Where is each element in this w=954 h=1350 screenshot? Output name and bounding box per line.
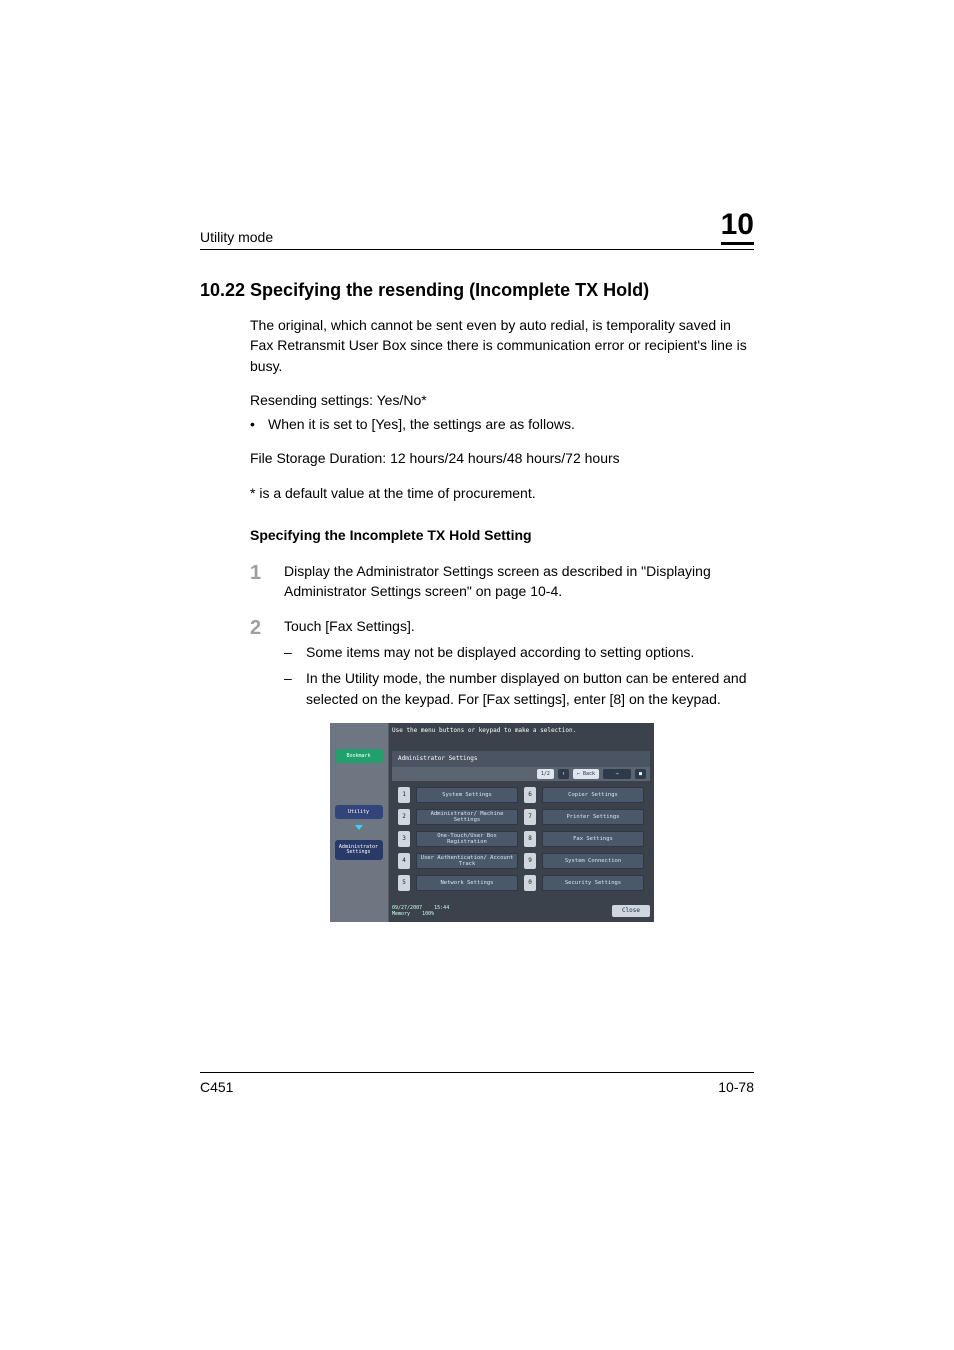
prev-arrow-button[interactable]: ↑ — [558, 769, 569, 779]
toolbar-extra-button[interactable]: ■ — [635, 769, 646, 779]
menu-button-network-settings[interactable]: Network Settings — [416, 875, 518, 891]
menu-number-0: 0 — [524, 875, 536, 891]
footer-page-number: 10-78 — [718, 1079, 754, 1095]
status-memory-value: 100% — [422, 911, 434, 917]
menu-number-7: 7 — [524, 809, 536, 825]
embedded-screenshot: Bookmark Utility Administrator Settings … — [330, 723, 654, 922]
step-2-sub-2-text: In the Utility mode, the number displaye… — [306, 668, 754, 709]
menu-button-fax-settings[interactable]: Fax Settings — [542, 831, 644, 847]
procedure-heading: Specifying the Incomplete TX Hold Settin… — [250, 527, 754, 543]
paragraph-resending: Resending settings: Yes/No* — [250, 390, 754, 410]
menu-grid: 1 System Settings 6 Copier Settings 2 Adminis… — [392, 783, 650, 895]
step-1-number: 1 — [250, 561, 284, 602]
step-1-text: Display the Administrator Settings scree… — [284, 561, 754, 602]
paragraph-default-note: * is a default value at the time of proc… — [250, 483, 754, 503]
forward-arrow-button[interactable]: → — [603, 769, 631, 779]
admin-tab-line2: Settings — [346, 850, 370, 856]
dash-icon: – — [284, 668, 306, 709]
paragraph-intro: The original, which cannot be sent even … — [250, 315, 754, 376]
chapter-number: 10 — [721, 210, 754, 245]
page-footer: C451 10-78 — [200, 1072, 754, 1095]
menu-number-5: 5 — [398, 875, 410, 891]
bookmark-tab[interactable]: Bookmark — [335, 749, 383, 763]
menu-button-copier-settings[interactable]: Copier Settings — [542, 787, 644, 803]
back-button[interactable]: ← Back — [573, 769, 599, 779]
step-2: 2 Touch [Fax Settings]. – Some items may… — [250, 616, 754, 709]
running-header: Utility mode 10 — [200, 210, 754, 250]
menu-number-9: 9 — [524, 853, 536, 869]
screenshot-hint: Use the menu buttons or keypad to make a… — [392, 727, 576, 734]
menu-button-security-settings[interactable]: Security Settings — [542, 875, 644, 891]
utility-tab[interactable]: Utility — [335, 805, 383, 819]
step-2-sub-1: – Some items may not be displayed accord… — [284, 642, 754, 662]
step-1: 1 Display the Administrator Settings scr… — [250, 561, 754, 602]
screenshot-toolbar: 1/2 ↑ ← Back → ■ — [392, 767, 650, 781]
menu-number-6: 6 — [524, 787, 536, 803]
menu-number-3: 3 — [398, 831, 410, 847]
paragraph-duration: File Storage Duration: 12 hours/24 hours… — [250, 448, 754, 468]
step-2-text: Touch [Fax Settings]. — [284, 616, 754, 636]
screenshot-sidebar: Bookmark Utility Administrator Settings — [330, 723, 387, 922]
step-2-sub-1-text: Some items may not be displayed accordin… — [306, 642, 694, 662]
status-time: 15:44 — [434, 905, 449, 911]
menu-button-administrator-machine-settings[interactable]: Administrator/ Machine Settings — [416, 809, 518, 825]
document-page: Utility mode 10 10.22 Specifying the res… — [0, 0, 954, 1350]
dash-icon: – — [284, 642, 306, 662]
menu-number-4: 4 — [398, 853, 410, 869]
screenshot-statusbar: 09/27/2007 15:44 Memory 100% Close — [392, 904, 650, 918]
status-info: 09/27/2007 15:44 Memory 100% — [392, 905, 449, 917]
header-section: Utility mode — [200, 229, 273, 245]
menu-number-2: 2 — [398, 809, 410, 825]
menu-number-1: 1 — [398, 787, 410, 803]
menu-button-system-connection[interactable]: System Connection — [542, 853, 644, 869]
chevron-down-icon — [355, 825, 363, 830]
footer-model: C451 — [200, 1079, 233, 1095]
step-2-body: Touch [Fax Settings]. – Some items may n… — [284, 616, 754, 709]
bullet-yes-settings: When it is set to [Yes], the settings ar… — [250, 414, 754, 434]
menu-number-8: 8 — [524, 831, 536, 847]
close-button[interactable]: Close — [612, 905, 650, 917]
menu-button-user-authentication-account-track[interactable]: User Authentication/ Account Track — [416, 853, 518, 869]
status-memory-label: Memory — [392, 911, 410, 917]
step-2-sub-2: – In the Utility mode, the number displa… — [284, 668, 754, 709]
page-indicator: 1/2 — [537, 769, 554, 779]
step-2-number: 2 — [250, 616, 284, 709]
menu-button-system-settings[interactable]: System Settings — [416, 787, 518, 803]
section-heading: 10.22 Specifying the resending (Incomple… — [200, 280, 754, 301]
administrator-settings-tab[interactable]: Administrator Settings — [335, 840, 383, 860]
menu-button-printer-settings[interactable]: Printer Settings — [542, 809, 644, 825]
screenshot-panel-title: Administrator Settings — [392, 751, 650, 767]
menu-button-one-touch-user-box-registration[interactable]: One-Touch/User Box Registration — [416, 831, 518, 847]
